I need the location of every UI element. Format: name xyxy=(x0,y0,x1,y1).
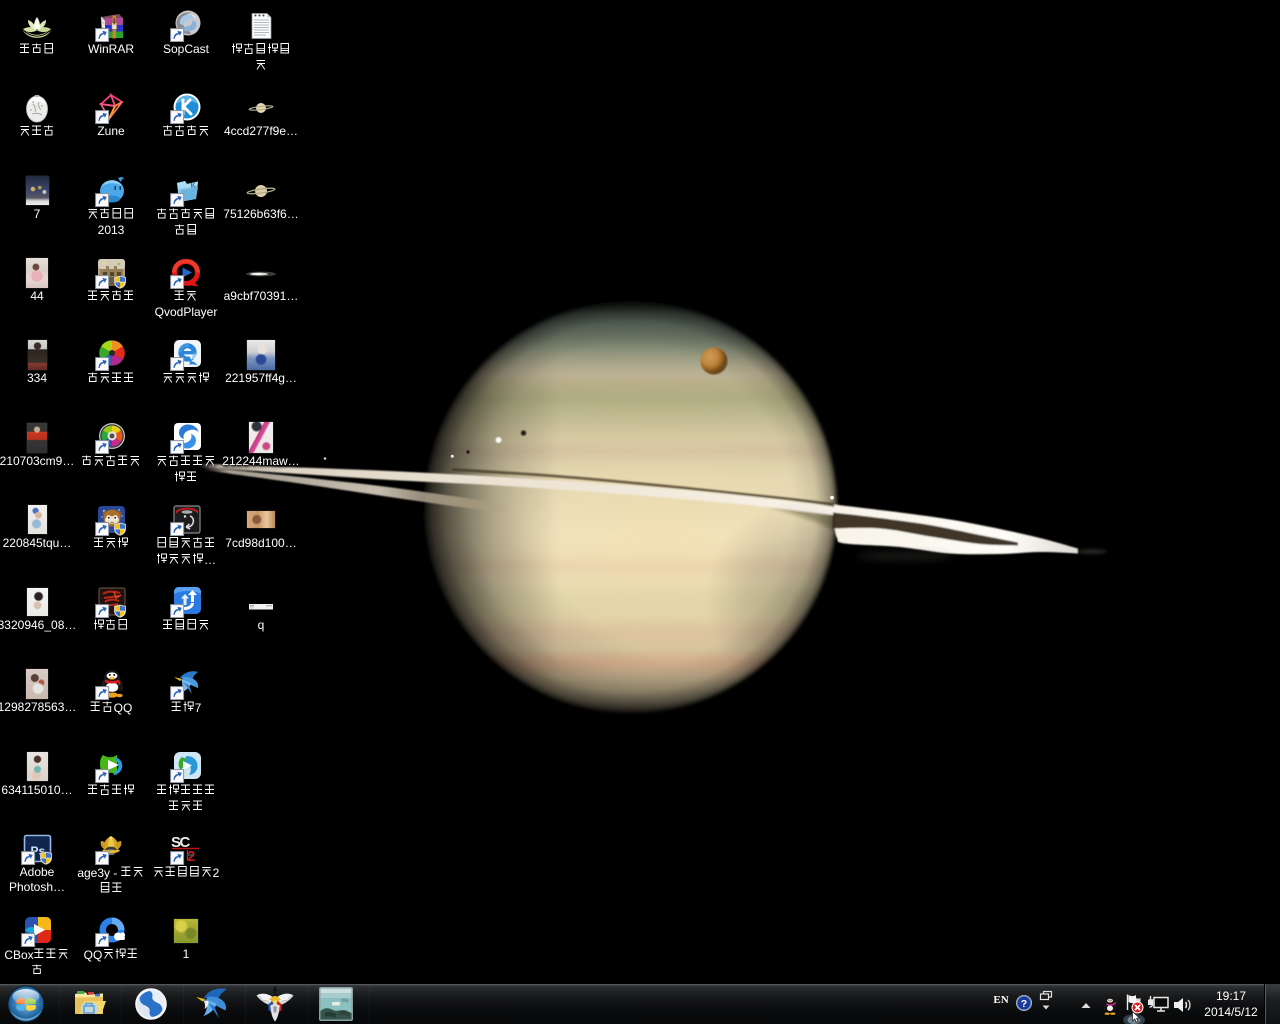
svg-text:?: ? xyxy=(1021,998,1027,1010)
svg-text:2: 2 xyxy=(187,848,195,865)
svg-text:K: K xyxy=(190,182,196,190)
